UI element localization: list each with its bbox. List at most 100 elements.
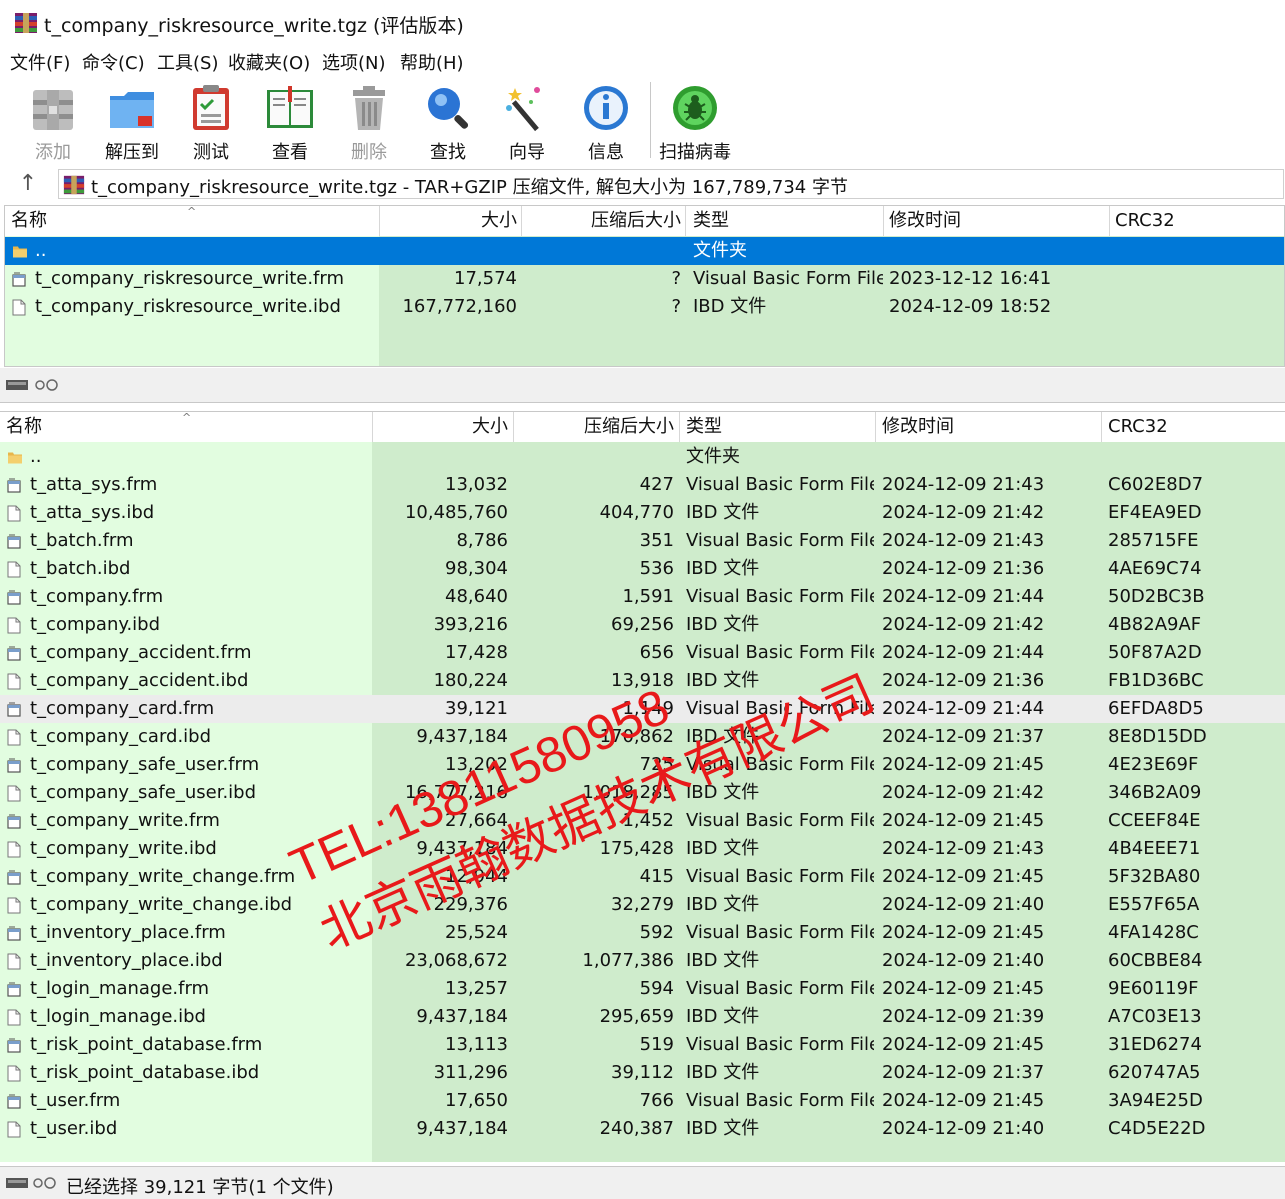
list-item[interactable]: t_inventory_place.ibd 23,068,672 1,077,386… [0,947,1285,975]
cell-name: .. [35,240,47,261]
cell-type: Visual Basic Form File [686,530,874,551]
list-item[interactable]: t_company_write_change.frm 12,944 415 Visua… [0,863,1285,891]
cell-size: 13,202 [445,754,508,775]
cell-size: 9,437,184 [416,726,508,747]
cell-type: IBD 文件 [686,670,760,691]
col-header-type[interactable]: 类型 [686,412,874,442]
list-item[interactable]: t_company_accident.ibd 180,224 13,918 IBD 文… [0,667,1285,695]
list-item[interactable]: t_user.frm 17,650 766 Visual Basic Form Fil… [0,1087,1285,1115]
col-header-modified[interactable]: 修改时间 [889,206,1109,236]
folder-file-list[interactable]: 名称 ^ 大小 压缩后大小 类型 修改时间 CRC32 .. 文件夹 t_atta_s… [0,411,1285,1162]
list-item[interactable]: t_atta_sys.frm 13,032 427 Visual Basic Form… [0,471,1285,499]
delete-button[interactable]: 删除 [332,80,406,163]
menu-command[interactable]: 命令(C) [82,49,145,75]
list-item[interactable]: t_company_accident.frm 17,428 656 Visual Ba… [0,639,1285,667]
cell-size: 25,524 [445,922,508,943]
cell-modified: 2024-12-09 21:36 [882,558,1045,579]
cell-name: t_atta_sys.frm [30,474,158,495]
cell-crc: 8E8D15DD [1108,726,1207,747]
cell-modified [889,237,1109,265]
list-item[interactable]: t_company_riskresource_write.frm 17,574? V… [5,265,1284,293]
cell-crc: E557F65A [1108,894,1200,915]
cell-packed: 404,770 [599,502,674,523]
add-button[interactable]: 添加 [16,80,90,163]
list-item[interactable]: t_company.ibd 393,216 69,256 IBD 文件 2024-12-… [0,611,1285,639]
cell-name: t_company_write_change.frm [30,866,296,887]
extract-to-button[interactable]: 解压到 [95,80,169,163]
list-item[interactable]: t_inventory_place.frm 25,524 592 Visual Bas… [0,919,1285,947]
list-item[interactable]: t_batch.ibd 98,304 536 IBD 文件 2024-12-09 21:… [0,555,1285,583]
cell-name: t_risk_point_database.frm [30,1034,263,1055]
list-item[interactable]: t_company_card.ibd 9,437,184 170,862 IBD 文件… [0,723,1285,751]
cell-packed: 13,918 [611,670,674,691]
col-header-size[interactable]: 大小 [379,206,517,236]
list-item[interactable]: t_company_safe_user.frm 13,202 725 Visual B… [0,751,1285,779]
menu-help[interactable]: 帮助(H) [400,49,464,75]
list-item[interactable]: t_company_safe_user.ibd 16,777,216 1,018,2… [0,779,1285,807]
cell-size: 229,376 [433,894,508,915]
status-text: 已经选择 39,121 字节(1 个文件) [66,1177,334,1198]
col-header-crc[interactable]: CRC32 [1115,206,1275,236]
up-arrow-icon[interactable]: ↑ [14,170,42,198]
col-header-packed[interactable]: 压缩后大小 [521,206,681,236]
list-item[interactable]: t_risk_point_database.frm 13,113 519 Visual… [0,1031,1285,1059]
cell-name: t_risk_point_database.ibd [30,1062,260,1083]
col-header-name[interactable]: 名称 ^ [6,412,370,442]
cell-size: 9,437,184 [416,838,508,859]
list-item[interactable]: t_login_manage.ibd 9,437,184 295,659 IBD 文件… [0,1003,1285,1031]
form-file-icon [7,870,21,885]
list-item[interactable]: t_company.frm 48,640 1,591 Visual Basic For… [0,583,1285,611]
col-header-modified[interactable]: 修改时间 [882,412,1102,442]
list-item[interactable]: t_user.ibd 9,437,184 240,387 IBD 文件 2024-12-… [0,1115,1285,1143]
list-item[interactable]: t_batch.frm 8,786 351 Visual Basic Form Fil… [0,527,1285,555]
cell-packed: 536 [639,558,674,579]
cell-crc: 9E60119F [1108,978,1199,999]
cell-type: IBD 文件 [686,950,760,971]
list-item[interactable]: .. 文件夹 [0,443,1285,471]
info-icon [584,86,628,130]
wizard-button[interactable]: 向导 [490,80,564,163]
scan-virus-button[interactable]: 扫描病毒 [658,80,732,163]
cell-packed: 295,659 [599,1006,674,1027]
list-item[interactable]: .. 文件夹 [5,237,1284,265]
menu-options[interactable]: 选项(N) [322,49,386,75]
col-header-size[interactable]: 大小 [372,412,508,442]
info-button[interactable]: 信息 [569,80,643,163]
cell-crc: 4B4EEE71 [1108,838,1201,859]
cell-type: IBD 文件 [686,502,760,523]
form-file-icon [7,758,21,773]
archive-file-list[interactable]: 名称 ^ 大小 压缩后大小 类型 修改时间 CRC32 .. 文件夹 t_compan… [4,205,1285,367]
address-field[interactable]: t_company_riskresource_write.tgz - TAR+G… [58,169,1284,199]
col-header-packed[interactable]: 压缩后大小 [513,412,674,442]
menu-tools[interactable]: 工具(S) [157,49,218,75]
cell-type: Visual Basic Form File [686,586,874,607]
row-icon [12,265,30,293]
row-icon [7,1059,25,1087]
list-item[interactable]: t_company_riskresource_write.ibd 167,772,… [5,293,1284,321]
cell-crc: 4AE69C74 [1108,558,1202,579]
view-button[interactable]: 查看 [253,80,327,163]
list-item[interactable]: t_login_manage.frm 13,257 594 Visual Basic … [0,975,1285,1003]
cell-type: IBD 文件 [686,1118,760,1139]
list-item[interactable]: t_company_write.ibd 9,437,184 175,428 IBD 文… [0,835,1285,863]
col-header-crc[interactable]: CRC32 [1108,412,1268,442]
cell-name: t_inventory_place.frm [30,922,226,943]
list-item[interactable]: t_company_write_change.ibd 229,376 32,279 I… [0,891,1285,919]
col-header-type[interactable]: 类型 [693,206,883,236]
menu-file[interactable]: 文件(F) [10,49,70,75]
drive-icon[interactable] [6,378,58,392]
list-item[interactable]: t_atta_sys.ibd 10,485,760 404,770 IBD 文件 202… [0,499,1285,527]
cell-name: t_company_accident.frm [30,642,252,663]
list-item[interactable]: t_company_write.frm 27,664 1,452 Visual Bas… [0,807,1285,835]
menu-favorites[interactable]: 收藏夹(O) [228,49,310,75]
row-icon [12,293,30,321]
find-button[interactable]: 查找 [411,80,485,163]
cell-crc: 4FA1428C [1108,922,1199,943]
list-item[interactable]: t_risk_point_database.ibd 311,296 39,112 IB… [0,1059,1285,1087]
cell-name: t_company_riskresource_write.ibd [35,296,341,317]
col-header-name[interactable]: 名称 ^ [11,206,379,236]
test-button[interactable]: 测试 [174,80,248,163]
row-icon [7,639,25,667]
list-item[interactable]: t_company_card.frm 39,121 1,149 Visual Basi… [0,695,1285,723]
cell-packed: 1,452 [622,810,674,831]
